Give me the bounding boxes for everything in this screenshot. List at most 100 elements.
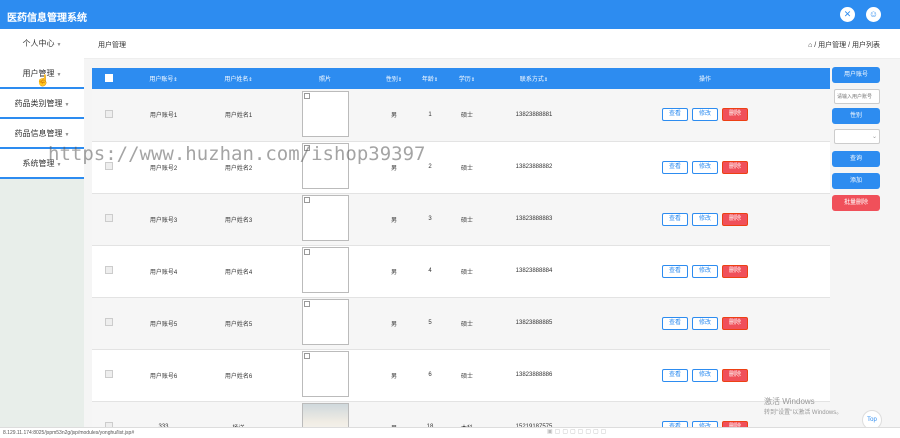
watermark-text: https://www.huzhan.com/ishop39397: [48, 143, 426, 165]
row-checkbox[interactable]: [105, 266, 113, 274]
sidebar-item-personal-center[interactable]: 个人中心 ▼: [0, 29, 84, 59]
column-header-phone[interactable]: 联系方式⇕: [488, 68, 580, 89]
home-icon[interactable]: ⌂: [808, 42, 812, 49]
main-content: 用户账号⇕ 用户姓名⇕ 照片 性别⇕ 年龄⇕ 学历⇕ 联系方式⇕ 操作 用户账号…: [84, 59, 900, 427]
table-row: 用户账号1 用户姓名1 男 1 硕士 13823888881 查看 修改 删除: [92, 89, 830, 141]
column-header-actions: 操作: [698, 77, 711, 83]
sidebar-item-label: 药品信息管理: [14, 129, 63, 138]
select-all-checkbox[interactable]: [105, 73, 113, 82]
table-header-row: 用户账号⇕ 用户姓名⇕ 照片 性别⇕ 年龄⇕ 学历⇕ 联系方式⇕ 操作: [92, 68, 830, 89]
delete-button[interactable]: 删除: [722, 160, 749, 174]
top-bar: 医药信息管理系统 ✕ ☺: [0, 0, 900, 29]
cell-education: 硕士: [460, 217, 473, 224]
cell-account: 用户账号6: [149, 373, 178, 380]
page-title: 用户管理: [98, 42, 126, 49]
table-row: 333 杨洋 男 18 本科 15219187575 查看修改删除: [92, 401, 830, 427]
view-button[interactable]: 查看: [661, 160, 688, 174]
user-table: 用户账号⇕ 用户姓名⇕ 照片 性别⇕ 年龄⇕ 学历⇕ 联系方式⇕ 操作 用户账号…: [92, 68, 830, 427]
edit-button[interactable]: 修改: [691, 212, 718, 226]
view-button[interactable]: 查看: [661, 368, 688, 382]
broken-image-icon: [303, 301, 310, 307]
cell-phone: 13823888883: [515, 216, 553, 222]
edit-button[interactable]: 修改: [691, 264, 718, 278]
column-header-name[interactable]: 用户姓名⇕: [201, 68, 276, 89]
cell-education: 硕士: [460, 113, 473, 120]
cell-name: 用户姓名5: [224, 321, 253, 328]
cell-phone: 13823888884: [515, 268, 553, 274]
delete-button[interactable]: 删除: [722, 108, 749, 122]
row-checkbox[interactable]: [105, 214, 113, 222]
column-header-age[interactable]: 年龄⇕: [414, 68, 446, 89]
table-row: 用户账号3 用户姓名3 男 3 硕士 13823888883 查看 修改 删除: [92, 193, 830, 245]
status-url: 8.129.11.174:8025/jspm53n2g/jsp/modules/…: [3, 430, 135, 436]
windows-activation-subtitle: 转到"设置"以激活 Windows。: [764, 410, 843, 416]
cell-account: 用户账号4: [149, 269, 178, 276]
add-button[interactable]: 添加: [832, 173, 880, 189]
user-table-container: 用户账号⇕ 用户姓名⇕ 照片 性别⇕ 年龄⇕ 学历⇕ 联系方式⇕ 操作 用户账号…: [92, 68, 830, 427]
breadcrumb-bar: 用户管理 ⌂ / 用户管理 / 用户列表: [84, 29, 900, 59]
delete-button[interactable]: 删除: [722, 264, 749, 278]
row-checkbox[interactable]: [105, 318, 113, 326]
view-button[interactable]: 查看: [661, 212, 688, 226]
delete-button[interactable]: 删除: [722, 368, 749, 382]
cell-age: 6: [428, 372, 432, 378]
view-button[interactable]: 查看: [661, 108, 688, 122]
cell-name: 用户姓名3: [224, 217, 253, 224]
column-header-account[interactable]: 用户账号⇕: [126, 68, 201, 89]
delete-button[interactable]: 删除: [722, 212, 749, 226]
table-row: 用户账号6 用户姓名6 男 6 硕士 13823888886 查看 修改 删除: [92, 349, 830, 401]
table-row: 用户账号4 用户姓名4 男 4 硕士 13823888884 查看 修改 删除: [92, 245, 830, 297]
cell-gender: 男: [390, 217, 397, 224]
hand-cursor-icon: ☝: [36, 75, 50, 87]
sidebar-item-drug-category[interactable]: 药品类别管理 ▼: [0, 89, 84, 119]
delete-button[interactable]: 删除: [722, 316, 749, 330]
row-checkbox[interactable]: [105, 370, 113, 378]
chevron-down-icon: ⌄: [871, 134, 877, 140]
cell-name: 用户姓名4: [224, 269, 253, 276]
broken-image-icon: [303, 249, 310, 255]
view-button[interactable]: 查看: [661, 316, 688, 330]
chevron-down-icon: ▼: [64, 102, 70, 108]
account-label-button: 用户账号: [832, 67, 880, 83]
edit-button[interactable]: 修改: [691, 108, 718, 122]
view-button[interactable]: 查看: [661, 264, 688, 278]
user-icon[interactable]: ☺: [866, 7, 881, 22]
user-photo: [301, 351, 349, 397]
cell-education: 硕士: [460, 165, 473, 172]
cell-gender: 男: [390, 269, 397, 276]
edit-button[interactable]: 修改: [691, 368, 718, 382]
column-header-education[interactable]: 学历⇕: [446, 68, 488, 89]
cell-phone: 13823888885: [515, 320, 553, 326]
row-checkbox[interactable]: [105, 109, 113, 118]
user-photo: [301, 247, 349, 293]
query-button[interactable]: 查询: [832, 151, 880, 167]
edit-button[interactable]: 修改: [691, 316, 718, 330]
gender-select[interactable]: ⌄: [834, 129, 880, 144]
app-title: 医药信息管理系统: [7, 13, 87, 24]
cell-age: 4: [428, 268, 432, 274]
tools-icon[interactable]: ✕: [840, 7, 855, 22]
cell-education: 硕士: [460, 321, 473, 328]
cell-phone: 13823888886: [515, 372, 553, 378]
cell-account: 用户账号1: [149, 113, 178, 120]
cell-age: 1: [428, 111, 432, 118]
browser-status-bar: 8.129.11.174:8025/jspm53n2g/jsp/modules/…: [0, 427, 900, 438]
column-header-gender[interactable]: 性别⇕: [374, 68, 414, 89]
gender-label-button: 性别: [832, 108, 880, 124]
user-photo: [301, 195, 349, 241]
cell-name: 杨洋: [201, 401, 276, 428]
breadcrumb: ⌂ / 用户管理 / 用户列表: [808, 40, 880, 50]
cell-education: 硕士: [460, 373, 473, 380]
cell-phone: 13823888881: [515, 111, 553, 118]
edit-button[interactable]: 修改: [691, 160, 718, 174]
batch-delete-button[interactable]: 批量删除: [832, 195, 880, 211]
table-row: 用户账号5 用户姓名5 男 5 硕士 13823888885 查看 修改 删除: [92, 297, 830, 349]
user-photo: [301, 403, 349, 427]
broken-image-icon: [303, 92, 310, 99]
broken-image-icon: [303, 197, 310, 203]
chevron-down-icon: ▼: [56, 72, 62, 78]
account-search-input[interactable]: [834, 89, 880, 104]
cell-phone: 15219187575: [515, 424, 553, 427]
cell-gender: 男: [374, 401, 414, 428]
sidebar: 个人中心 ▼ 用户管理 ▼ 药品类别管理 ▼ 药品信息管理 ▼ 系统管理 ▼: [0, 29, 84, 427]
